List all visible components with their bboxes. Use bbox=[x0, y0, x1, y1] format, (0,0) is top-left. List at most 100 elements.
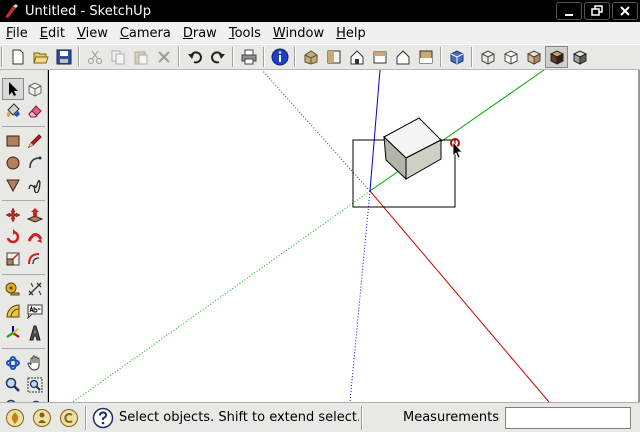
measurements-input[interactable] bbox=[505, 406, 632, 429]
tape-measure-icon bbox=[5, 282, 20, 296]
scale-tool-button[interactable] bbox=[2, 248, 24, 270]
freehand-tool-button[interactable] bbox=[24, 174, 46, 196]
toolbar-separator bbox=[294, 47, 296, 67]
open-button[interactable] bbox=[29, 46, 52, 68]
license-button[interactable] bbox=[57, 406, 81, 430]
menu-help[interactable]: Help bbox=[330, 26, 372, 41]
model-info-button[interactable] bbox=[268, 46, 291, 68]
menu-camera-label: amera bbox=[128, 25, 171, 41]
cursor-arrow-icon bbox=[452, 140, 463, 159]
xray-button[interactable] bbox=[445, 46, 468, 68]
eraser-button[interactable] bbox=[24, 100, 46, 122]
cut-button[interactable] bbox=[83, 46, 106, 68]
credits-button[interactable] bbox=[30, 406, 54, 430]
menu-file[interactable]: File bbox=[0, 26, 34, 41]
offset-tool-button[interactable] bbox=[24, 248, 46, 270]
circle-tool-button[interactable] bbox=[2, 152, 24, 174]
paste-button[interactable] bbox=[129, 46, 152, 68]
monochrome-button[interactable] bbox=[568, 46, 591, 68]
front-view-button[interactable] bbox=[345, 46, 368, 68]
new-icon bbox=[12, 49, 23, 65]
front-view-icon bbox=[350, 50, 363, 65]
dimension-tool-button[interactable] bbox=[24, 278, 46, 300]
shaded-textures-button[interactable] bbox=[545, 46, 568, 68]
toolbar-separator bbox=[440, 47, 442, 67]
large-tool-set bbox=[0, 70, 48, 414]
back-view-button[interactable] bbox=[391, 46, 414, 68]
menu-window[interactable]: Window bbox=[267, 26, 330, 41]
offset-icon bbox=[28, 253, 40, 265]
menu-edit[interactable]: Edit bbox=[34, 26, 71, 41]
menu-tools[interactable]: Tools bbox=[223, 26, 267, 41]
pan-tool-button[interactable] bbox=[24, 352, 46, 374]
erase-button[interactable] bbox=[152, 46, 175, 68]
close-button[interactable] bbox=[612, 2, 638, 20]
wireframe-button[interactable] bbox=[476, 46, 499, 68]
select-cursor bbox=[450, 138, 463, 159]
rotate-tool-button[interactable] bbox=[2, 226, 24, 248]
restore-button[interactable] bbox=[584, 2, 610, 20]
paint-bucket-icon bbox=[6, 103, 20, 117]
menu-camera[interactable]: Camera bbox=[114, 26, 177, 41]
menu-edit-mnemonic: E bbox=[39, 25, 48, 41]
restore-icon bbox=[591, 5, 603, 16]
geo-location-button[interactable] bbox=[3, 406, 27, 430]
copy-button[interactable] bbox=[106, 46, 129, 68]
sketchup-logo-icon bbox=[5, 4, 18, 18]
text-tool-button[interactable] bbox=[24, 300, 46, 322]
shaded-textures-icon bbox=[549, 50, 564, 65]
zoom-tool-button[interactable] bbox=[2, 374, 24, 396]
shaded-button[interactable] bbox=[522, 46, 545, 68]
menu-bar: File Edit View Camera Draw Tools Window … bbox=[0, 22, 640, 44]
menu-view[interactable]: View bbox=[71, 26, 114, 41]
follow-me-tool-button[interactable] bbox=[24, 226, 46, 248]
undo-button[interactable] bbox=[183, 46, 206, 68]
blue-axis bbox=[369, 69, 381, 192]
blue-axis-negative bbox=[349, 190, 371, 403]
pencil-icon bbox=[27, 134, 42, 149]
drawing-viewport[interactable] bbox=[49, 69, 640, 403]
print-button[interactable] bbox=[237, 46, 260, 68]
monochrome-icon bbox=[572, 50, 587, 65]
protractor-icon bbox=[6, 304, 20, 318]
select-tool-button[interactable] bbox=[2, 78, 24, 100]
line-tool-button[interactable] bbox=[24, 130, 46, 152]
push-pull-tool-button[interactable] bbox=[24, 204, 46, 226]
arc-tool-button[interactable] bbox=[24, 152, 46, 174]
menu-camera-mnemonic: C bbox=[119, 25, 129, 41]
title-bar: Untitled - SketchUp bbox=[0, 0, 640, 22]
pan-hand-icon bbox=[27, 355, 40, 371]
top-view-button[interactable] bbox=[322, 46, 345, 68]
tape-measure-tool-button[interactable] bbox=[2, 278, 24, 300]
3d-text-tool-button[interactable] bbox=[24, 322, 46, 344]
rectangle-tool-button[interactable] bbox=[2, 130, 24, 152]
orbit-tool-button[interactable] bbox=[2, 352, 24, 374]
zoom-icon bbox=[5, 377, 20, 392]
instructor-button[interactable] bbox=[91, 406, 115, 430]
copyright-icon bbox=[60, 408, 78, 427]
menu-tools-label: ools bbox=[234, 25, 261, 41]
zoom-window-tool-button[interactable] bbox=[24, 374, 46, 396]
menu-file-label: ile bbox=[12, 25, 28, 41]
new-button[interactable] bbox=[6, 46, 29, 68]
save-button[interactable] bbox=[52, 46, 75, 68]
protractor-tool-button[interactable] bbox=[2, 300, 24, 322]
toolbar-separator bbox=[471, 47, 473, 67]
polygon-tool-button[interactable] bbox=[2, 174, 24, 196]
model-canvas[interactable] bbox=[49, 69, 640, 403]
hidden-line-button[interactable] bbox=[499, 46, 522, 68]
minimize-button[interactable] bbox=[556, 2, 582, 20]
redo-button[interactable] bbox=[206, 46, 229, 68]
toolbar-separator bbox=[178, 47, 180, 67]
make-component-button[interactable] bbox=[24, 78, 46, 100]
orbit-icon bbox=[6, 356, 20, 370]
paint-bucket-button[interactable] bbox=[2, 100, 24, 122]
menu-draw[interactable]: Draw bbox=[177, 26, 223, 41]
left-view-button[interactable] bbox=[414, 46, 437, 68]
axes-tool-button[interactable] bbox=[2, 322, 24, 344]
menu-view-mnemonic: V bbox=[76, 25, 86, 41]
iso-view-button[interactable] bbox=[299, 46, 322, 68]
status-message: Select objects. Shift to extend select. … bbox=[119, 410, 359, 425]
right-view-button[interactable] bbox=[368, 46, 391, 68]
move-tool-button[interactable] bbox=[2, 204, 24, 226]
